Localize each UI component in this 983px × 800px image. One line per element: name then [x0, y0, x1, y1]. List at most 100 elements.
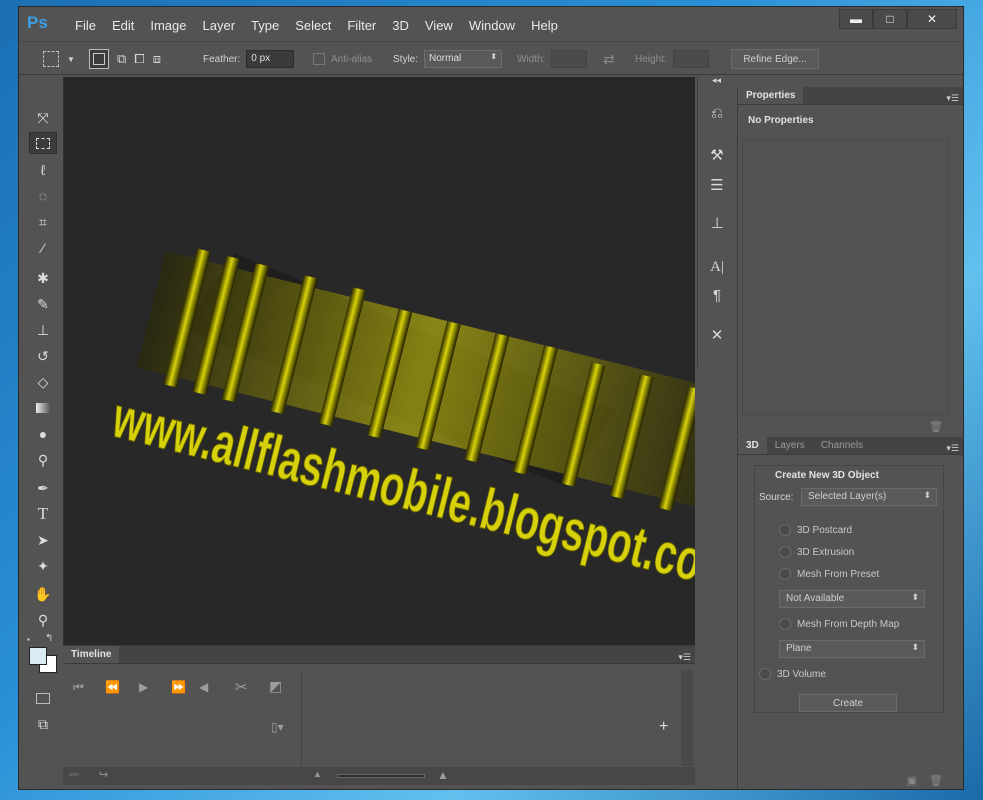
menu-layer[interactable]: Layer: [195, 18, 244, 33]
play-icon[interactable]: ▶: [139, 680, 148, 694]
type-tool-icon[interactable]: T: [29, 503, 57, 525]
depth-select[interactable]: Plane ⬍: [779, 640, 925, 658]
character-icon[interactable]: A|: [704, 255, 730, 279]
audio-icon[interactable]: ◀: [199, 680, 208, 694]
move-tool-icon[interactable]: ⤧: [29, 107, 57, 129]
quick-select-tool-icon[interactable]: ◌: [29, 185, 57, 207]
menu-image[interactable]: Image: [142, 18, 194, 33]
subtract-selection-icon[interactable]: ⧠: [134, 51, 144, 67]
maximize-button[interactable]: □: [873, 9, 907, 29]
tools-icon[interactable]: ✕: [704, 323, 730, 347]
panel-menu-icon[interactable]: ▾☰: [678, 652, 691, 663]
convert-icon[interactable]: ↪: [99, 768, 108, 781]
path-selection-tool-icon[interactable]: ➤: [29, 529, 57, 551]
create-button[interactable]: Create: [799, 694, 897, 712]
frames-icon[interactable]: ▫▫▫: [69, 769, 79, 779]
timeline-scrollbar[interactable]: [681, 670, 693, 766]
menu-file[interactable]: File: [67, 18, 104, 33]
tab-channels[interactable]: Channels: [813, 437, 871, 454]
history-brush-tool-icon[interactable]: ↺: [29, 345, 57, 367]
eraser-tool-icon[interactable]: ◇: [29, 371, 57, 393]
depth-map-radio[interactable]: [779, 618, 791, 630]
new-layer-icon[interactable]: ▣: [907, 774, 917, 787]
panel-menu-icon[interactable]: ▾☰: [946, 93, 959, 104]
quick-mask-icon[interactable]: [29, 687, 57, 709]
panel-menu-icon[interactable]: ▾☰: [946, 443, 959, 454]
lasso-tool-icon[interactable]: ℓ: [29, 159, 57, 181]
go-first-frame-icon[interactable]: ⏮: [73, 680, 84, 695]
screen-mode-icon[interactable]: ⧉: [29, 713, 57, 735]
hand-tool-icon[interactable]: ✋: [29, 583, 57, 605]
depth-map-option[interactable]: Mesh From Depth Map: [779, 618, 899, 630]
trash-icon[interactable]: 🗑: [929, 774, 943, 787]
menu-3d[interactable]: 3D: [384, 18, 417, 33]
preset-select[interactable]: Not Available ⬍: [779, 590, 925, 608]
default-colors-icon[interactable]: ▪: [27, 635, 30, 644]
crop-tool-icon[interactable]: ⌗: [29, 211, 57, 233]
volume-radio[interactable]: [759, 668, 771, 680]
menu-window[interactable]: Window: [461, 18, 523, 33]
menu-type[interactable]: Type: [243, 18, 287, 33]
transition-icon[interactable]: ◩: [269, 678, 282, 695]
refine-edge-button[interactable]: Refine Edge...: [731, 49, 819, 69]
pen-tool-icon[interactable]: ✒: [29, 477, 57, 499]
swap-icon[interactable]: ⇄: [603, 51, 615, 68]
zoom-tool-icon[interactable]: ⚲: [29, 609, 57, 631]
clone-stamp-tool-icon[interactable]: ⊥: [29, 319, 57, 341]
eyedropper-tool-icon[interactable]: ⁄: [29, 237, 57, 259]
blur-tool-icon[interactable]: ●: [29, 423, 57, 445]
color-swatches[interactable]: ▪ ↰: [27, 633, 61, 681]
preset-radio[interactable]: [779, 568, 791, 580]
zoom-in-icon[interactable]: ▲: [437, 768, 449, 782]
close-button[interactable]: ✕: [907, 9, 957, 29]
brush-tool-icon[interactable]: ✎: [29, 293, 57, 315]
marquee-tool-icon[interactable]: [29, 132, 57, 154]
menu-help[interactable]: Help: [523, 18, 566, 33]
menu-select[interactable]: Select: [287, 18, 339, 33]
document-canvas[interactable]: www.allflashmobile.blogspot.com: [63, 77, 695, 645]
marquee-preset-picker[interactable]: ▼: [43, 42, 75, 76]
tab-properties[interactable]: Properties: [738, 87, 804, 104]
tab-3d[interactable]: 3D: [738, 437, 767, 454]
add-media-icon[interactable]: +: [659, 718, 668, 736]
minimize-button[interactable]: ▬: [839, 9, 873, 29]
trash-icon[interactable]: 🗑: [929, 420, 943, 433]
add-selection-icon[interactable]: ⧉: [117, 51, 126, 67]
extrusion-option[interactable]: 3D Extrusion: [779, 546, 854, 558]
volume-option[interactable]: 3D Volume: [759, 668, 826, 680]
postcard-radio[interactable]: [779, 524, 791, 536]
brush-presets-icon[interactable]: ⚒: [704, 143, 730, 167]
style-select[interactable]: Normal ⬍: [424, 50, 503, 68]
prev-frame-icon[interactable]: ⏪: [105, 680, 120, 694]
source-select[interactable]: Selected Layer(s) ⬍: [801, 488, 937, 506]
gradient-tool-icon[interactable]: [29, 397, 57, 419]
new-selection-icon[interactable]: [89, 49, 109, 69]
height-input[interactable]: [672, 50, 709, 68]
shape-tool-icon[interactable]: ✦: [29, 555, 57, 577]
extrusion-radio[interactable]: [779, 546, 791, 558]
antialias-checkbox[interactable]: [313, 53, 325, 65]
healing-brush-tool-icon[interactable]: ✱: [29, 267, 57, 289]
swap-colors-icon[interactable]: ↰: [45, 633, 53, 644]
zoom-out-icon[interactable]: ▲: [313, 769, 322, 779]
history-icon[interactable]: ⎌: [704, 101, 730, 125]
tab-timeline[interactable]: Timeline: [63, 646, 120, 663]
paragraph-icon[interactable]: ¶: [704, 283, 730, 307]
clone-source-icon[interactable]: ⊥: [704, 211, 730, 235]
preset-option[interactable]: Mesh From Preset: [779, 568, 879, 580]
feather-input[interactable]: 0 px: [246, 50, 295, 68]
scissors-icon[interactable]: ✂: [235, 678, 248, 696]
next-frame-icon[interactable]: ⏩: [171, 680, 186, 694]
adjustments-icon[interactable]: ☰: [704, 173, 730, 197]
width-input[interactable]: [551, 50, 588, 68]
postcard-option[interactable]: 3D Postcard: [779, 524, 852, 536]
menu-edit[interactable]: Edit: [104, 18, 142, 33]
menu-view[interactable]: View: [417, 18, 461, 33]
tab-layers[interactable]: Layers: [767, 437, 813, 454]
dock-collapse-icon[interactable]: ◂◂: [712, 75, 721, 86]
film-icon[interactable]: ▯▾: [271, 720, 284, 734]
zoom-slider[interactable]: [337, 774, 425, 778]
foreground-color-swatch[interactable]: [29, 647, 47, 665]
menu-filter[interactable]: Filter: [339, 18, 384, 33]
dodge-tool-icon[interactable]: ⚲: [29, 449, 57, 471]
